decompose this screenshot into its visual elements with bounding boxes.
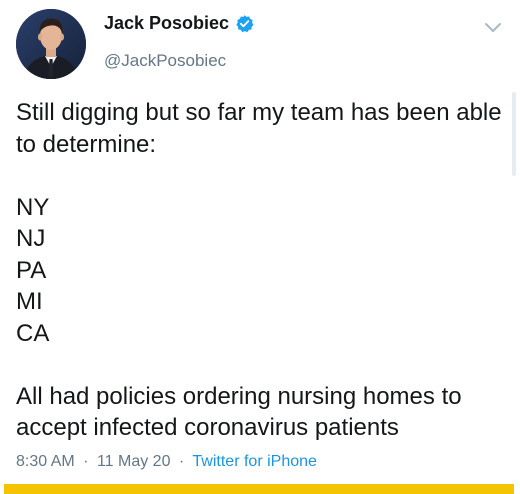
tweet-card: Jack Posobiec @JackPosobiec Still diggin… [0, 0, 520, 494]
state-line: NY [16, 193, 50, 221]
verified-badge-icon [236, 15, 254, 33]
meta-separator: · [83, 453, 89, 470]
avatar[interactable] [16, 9, 86, 79]
scrollbar[interactable] [512, 92, 516, 176]
tweet-body: Still digging but so far my team has bee… [16, 97, 504, 444]
tweet-outro-text: All had policies ordering nursing homes … [16, 382, 462, 442]
chevron-down-icon[interactable] [482, 16, 504, 38]
author-display-name[interactable]: Jack Posobiec [104, 13, 229, 34]
highlight-bar [4, 484, 514, 494]
author-handle[interactable]: @JackPosobiec [104, 51, 226, 71]
avatar-photo [16, 9, 86, 79]
author-name-row: Jack Posobiec [104, 13, 254, 34]
tweet-source-link[interactable]: Twitter for iPhone [192, 453, 317, 470]
state-line: CA [16, 319, 50, 347]
state-line: PA [16, 256, 47, 284]
state-line: MI [16, 288, 43, 315]
tweet-date[interactable]: 11 May 20 [97, 453, 171, 470]
tweet-metadata: 8:30 AM · 11 May 20 · Twitter for iPhone [16, 453, 317, 471]
tweet-intro-text: Still digging but so far my team has bee… [16, 99, 502, 158]
meta-separator: · [178, 453, 185, 470]
state-line: NJ [16, 225, 46, 252]
tweet-time[interactable]: 8:30 AM [16, 453, 75, 470]
